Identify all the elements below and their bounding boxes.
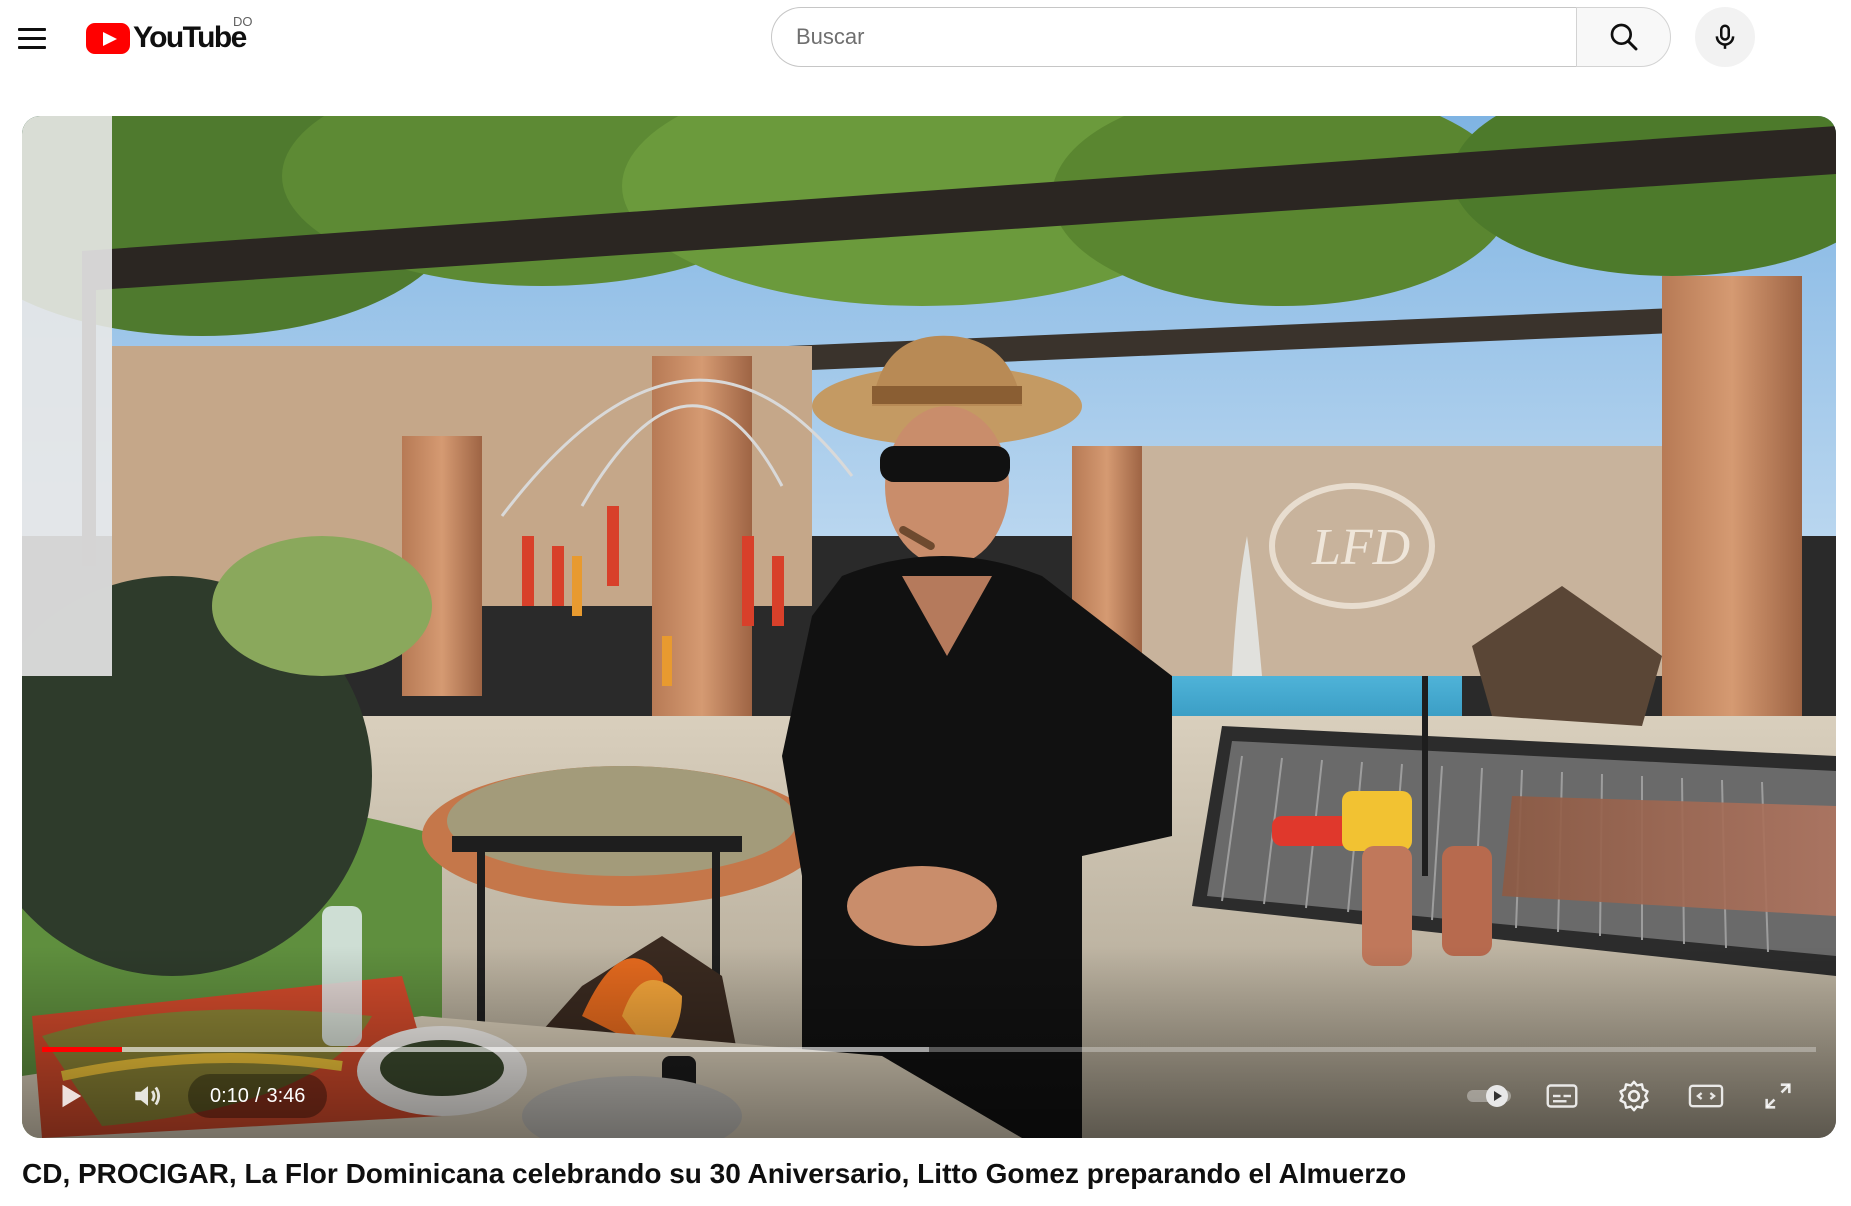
microphone-icon (1715, 24, 1735, 49)
settings-button[interactable] (1606, 1072, 1662, 1120)
volume-button[interactable] (122, 1070, 174, 1122)
autoplay-toggle-icon (1467, 1085, 1511, 1107)
video-player[interactable]: LFD 0:10 / 3:46 (22, 116, 1836, 1138)
play-button[interactable] (44, 1070, 96, 1122)
play-icon (62, 1084, 82, 1108)
progress-bar[interactable] (42, 1047, 1816, 1052)
fullscreen-icon (1765, 1083, 1791, 1109)
theater-mode-button[interactable] (1678, 1072, 1734, 1120)
autoplay-toggle[interactable] (1462, 1074, 1518, 1118)
subtitles-button[interactable] (1534, 1072, 1590, 1120)
progress-played (42, 1047, 122, 1052)
logo-text: YouTube (133, 21, 247, 54)
search-icon (1610, 23, 1637, 51)
voice-search-button[interactable] (1695, 7, 1755, 67)
country-code: DO (233, 14, 253, 29)
lfd-sign-text: LFD (1311, 519, 1410, 576)
volume-icon (135, 1086, 161, 1106)
theater-mode-icon (1688, 1084, 1724, 1108)
youtube-logo[interactable]: YouTube (86, 20, 247, 56)
gear-icon (1619, 1080, 1649, 1112)
search-box (771, 7, 1671, 67)
subtitles-icon (1546, 1084, 1578, 1108)
time-display: 0:10 / 3:46 (188, 1074, 328, 1118)
player-controls: 0:10 / 3:46 (22, 1056, 1836, 1138)
duration: 3:46 (266, 1084, 306, 1107)
video-title: CD, PROCIGAR, La Flor Dominicana celebra… (22, 1158, 1407, 1189)
fullscreen-button[interactable] (1750, 1072, 1806, 1120)
hamburger-menu-icon[interactable] (14, 20, 54, 56)
search-input[interactable] (771, 7, 1576, 67)
progress-buffered (42, 1047, 929, 1052)
current-time: 0:10 (210, 1084, 249, 1107)
search-button[interactable] (1576, 7, 1671, 67)
youtube-play-logo-icon (86, 22, 130, 54)
masthead: YouTube DO (0, 0, 1851, 76)
video-frame: LFD (22, 116, 1836, 1138)
time-separator: / (254, 1084, 261, 1107)
